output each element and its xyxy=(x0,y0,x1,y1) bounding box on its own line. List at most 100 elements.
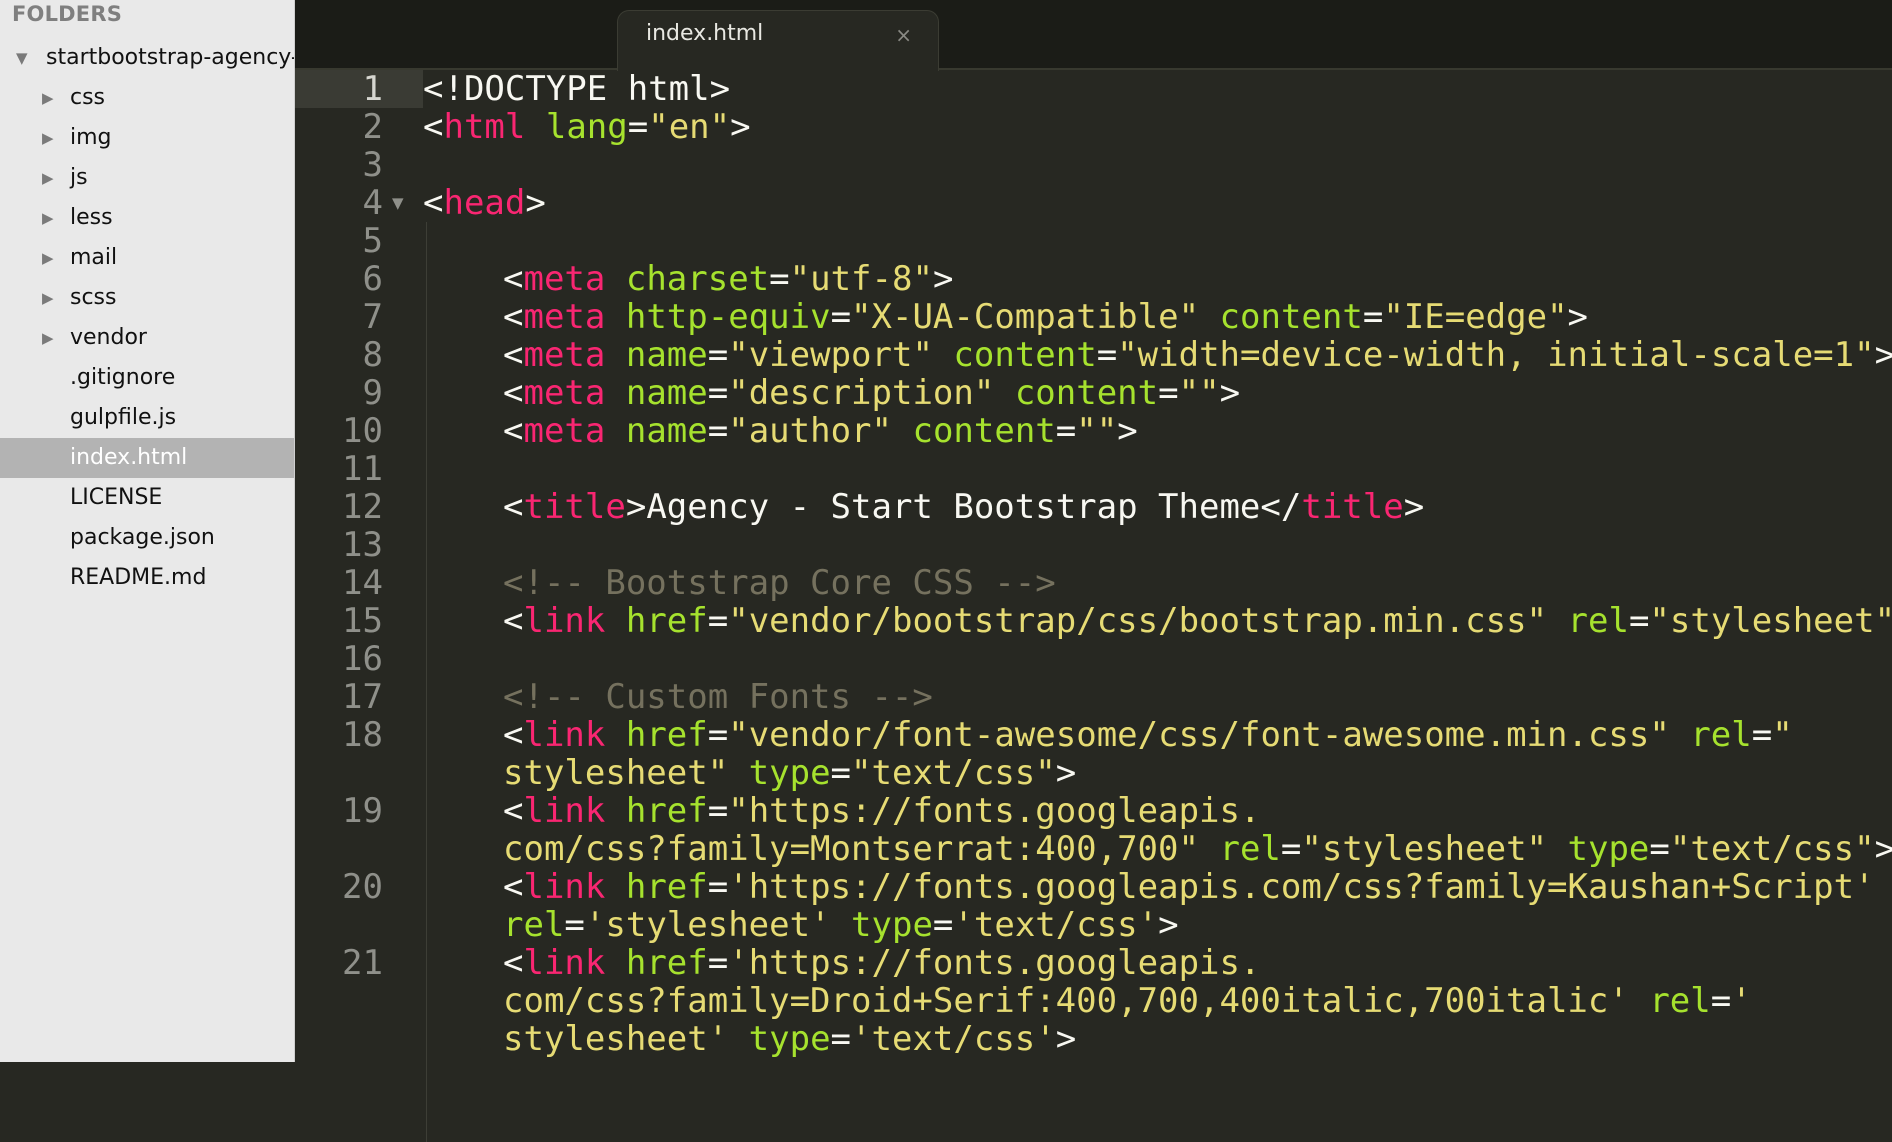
code-token: = xyxy=(1362,297,1384,337)
tree-file-item[interactable]: LICENSE xyxy=(0,478,294,518)
code-token: type xyxy=(748,753,831,793)
chevron-right-icon[interactable]: ▶ xyxy=(42,318,62,358)
code-token: = xyxy=(769,259,790,299)
chevron-right-icon[interactable]: ▶ xyxy=(42,158,62,198)
line-number: 2 xyxy=(362,107,383,147)
code-token: link xyxy=(523,601,606,641)
code-token: > xyxy=(1874,335,1892,375)
line-number: 18 xyxy=(342,715,383,755)
code-line[interactable]: <link href="https://fonts.googleapis. xyxy=(423,792,1260,830)
tree-folder-item[interactable]: ▶ mail xyxy=(0,238,294,278)
line-number: 19 xyxy=(342,791,383,831)
tree-file-item[interactable]: package.json xyxy=(0,518,294,558)
tree-folder-item[interactable]: ▶ vendor xyxy=(0,318,294,358)
tree-file-item[interactable]: .gitignore xyxy=(0,358,294,398)
code-token: = xyxy=(564,905,585,945)
line-number: 4 xyxy=(362,183,383,223)
code-token: > xyxy=(730,107,751,147)
close-icon[interactable]: × xyxy=(895,23,912,47)
chevron-right-icon[interactable]: ▶ xyxy=(42,78,62,118)
code-line[interactable]: rel='stylesheet' type='text/css'> xyxy=(423,906,1179,944)
chevron-right-icon[interactable]: ▶ xyxy=(42,238,62,278)
code-line[interactable]: <html lang="en"> xyxy=(423,108,751,146)
code-token: link xyxy=(523,715,606,755)
tree-item-label: README.md xyxy=(70,565,207,590)
tree-folder-item[interactable]: ▶ img xyxy=(0,118,294,158)
code-line[interactable]: stylesheet' type='text/css'> xyxy=(423,1020,1076,1058)
chevron-right-icon[interactable]: ▶ xyxy=(42,198,62,238)
code-line[interactable]: <head> xyxy=(423,184,546,222)
code-line[interactable]: <meta name="viewport" content="width=dev… xyxy=(423,336,1892,374)
code-token: >Agency - Start Bootstrap Theme</ xyxy=(625,487,1302,527)
code-token: = xyxy=(707,715,729,755)
tree-item-label: mail xyxy=(70,245,118,270)
tree-file-item[interactable]: index.html xyxy=(0,438,294,478)
tree-file-item[interactable]: gulpfile.js xyxy=(0,398,294,438)
code-line[interactable]: <meta name="author" content=""> xyxy=(423,412,1138,450)
tree-folder-item[interactable]: ▶ less xyxy=(0,198,294,238)
code-line[interactable] xyxy=(423,526,503,564)
code-token: = xyxy=(1055,411,1077,451)
code-line[interactable]: <link href='https://fonts.googleapis.com… xyxy=(423,868,1875,906)
code-line[interactable]: <meta name="description" content=""> xyxy=(423,374,1240,412)
code-line[interactable]: <!DOCTYPE html> xyxy=(423,70,730,108)
tree-root-folder[interactable]: ▼ startbootstrap-agency- xyxy=(0,38,294,78)
code-line[interactable]: <link href='https://fonts.googleapis. xyxy=(423,944,1260,982)
code-token: <!-- Custom Fonts --> xyxy=(503,677,933,717)
tree-item-label: package.json xyxy=(70,525,215,550)
code-line[interactable]: <meta http-equiv="X-UA-Compatible" conte… xyxy=(423,298,1588,336)
code-token: < xyxy=(503,715,524,755)
tree-folder-item[interactable]: ▶ js xyxy=(0,158,294,198)
code-line[interactable] xyxy=(423,450,503,488)
tree-item-label: js xyxy=(70,165,88,190)
tree-item-label: scss xyxy=(70,285,117,310)
code-token: meta xyxy=(523,259,606,299)
code-token: charset xyxy=(625,259,770,299)
line-number: 15 xyxy=(342,601,383,641)
code-line[interactable]: com/css?family=Droid+Serif:400,700,400it… xyxy=(423,982,1752,1020)
code-token: http-equiv xyxy=(625,297,831,337)
code-token: < xyxy=(503,791,524,831)
code-token: "vendor/bootstrap/css/bootstrap.min.css" xyxy=(728,601,1548,641)
code-token: link xyxy=(523,867,606,907)
code-token: = xyxy=(707,373,729,413)
tab-index-html[interactable]: index.html × xyxy=(617,10,939,71)
code-line[interactable]: com/css?family=Montserrat:400,700" rel="… xyxy=(423,830,1892,868)
code-line[interactable]: <title>Agency - Start Bootstrap Theme</t… xyxy=(423,488,1424,526)
chevron-right-icon[interactable]: ▶ xyxy=(42,118,62,158)
tree-folder-item[interactable]: ▶ scss xyxy=(0,278,294,318)
code-token: 'https://fonts.googleapis.com/css?family… xyxy=(728,867,1875,907)
line-number: 21 xyxy=(342,943,383,983)
line-number: 11 xyxy=(342,449,383,489)
tree-folder-item[interactable]: ▶ css xyxy=(0,78,294,118)
code-token: > xyxy=(1117,411,1138,451)
code-token: href xyxy=(625,867,708,907)
chevron-down-icon[interactable]: ▼ xyxy=(16,38,36,78)
fold-toggle-icon[interactable]: ▼ xyxy=(392,184,404,222)
code-line[interactable] xyxy=(423,640,503,678)
tree-file-item[interactable]: README.md xyxy=(0,558,294,598)
code-token: < xyxy=(503,411,524,451)
code-line[interactable]: <link href="vendor/font-awesome/css/font… xyxy=(423,716,1793,754)
code-token: lang xyxy=(545,107,628,147)
code-token: > xyxy=(1219,373,1241,413)
code-token: rel xyxy=(1219,829,1281,869)
code-line[interactable]: stylesheet" type="text/css"> xyxy=(423,754,1076,792)
line-number: 14 xyxy=(342,563,383,603)
code-editor[interactable]: 1 <!DOCTYPE html> 2 <html lang="en"> 3 4 ▼ <hea… xyxy=(295,70,1892,1142)
line-number: 8 xyxy=(362,335,383,375)
code-token: 'stylesheet' xyxy=(584,905,831,945)
code-line[interactable]: <meta charset="utf-8"> xyxy=(423,260,953,298)
code-line[interactable]: <!-- Bootstrap Core CSS --> xyxy=(423,564,1056,602)
code-token: name xyxy=(625,335,708,375)
code-line[interactable]: <!-- Custom Fonts --> xyxy=(423,678,933,716)
code-line[interactable]: <link href="vendor/bootstrap/css/bootstr… xyxy=(423,602,1892,640)
chevron-right-icon[interactable]: ▶ xyxy=(42,278,62,318)
